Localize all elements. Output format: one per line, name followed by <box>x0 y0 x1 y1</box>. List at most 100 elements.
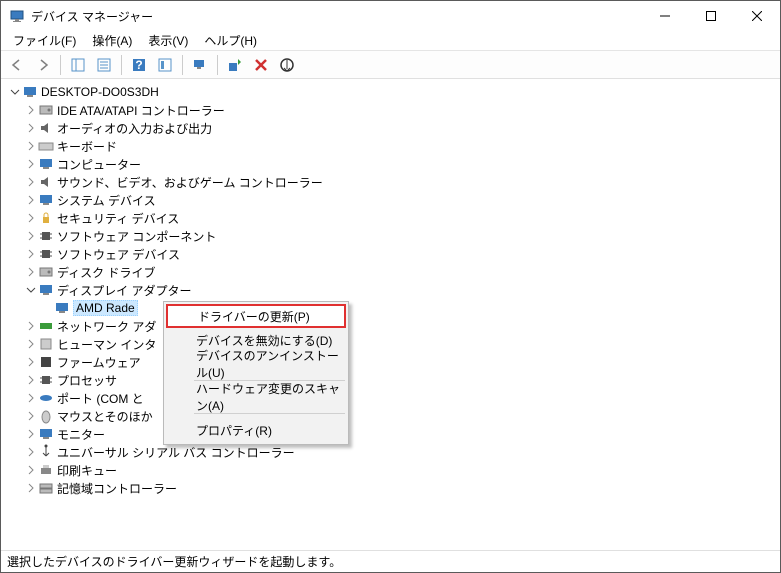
svg-text:?: ? <box>135 58 142 72</box>
chevron-down-icon[interactable] <box>23 283 38 298</box>
tree-item[interactable]: ヒューマン インタ <box>3 335 778 353</box>
chevron-right-icon[interactable] <box>23 265 38 280</box>
tree-item[interactable]: ディスク ドライブ <box>3 263 778 281</box>
tree-item-label: AMD Rade <box>73 300 138 316</box>
tree-item[interactable]: システム デバイス <box>3 191 778 209</box>
disable-button[interactable] <box>275 53 299 77</box>
ctx-label: ハードウェア変更のスキャン(A) <box>196 380 346 414</box>
chevron-right-icon[interactable] <box>23 247 38 262</box>
ctx-label: デバイスのアンインストール(U) <box>196 347 346 381</box>
show-hide-tree-button[interactable] <box>66 53 90 77</box>
tree-item-label: ポート (COM と <box>57 390 144 407</box>
menu-view[interactable]: 表示(V) <box>142 31 194 50</box>
tree-root-label: DESKTOP-DO0S3DH <box>41 85 159 99</box>
tree-item[interactable]: プロセッサ <box>3 371 778 389</box>
toolbar-sep <box>60 55 61 75</box>
chevron-right-icon[interactable] <box>23 139 38 154</box>
chevron-right-icon[interactable] <box>23 121 38 136</box>
ctx-scan-hardware[interactable]: ハードウェア変更のスキャン(A) <box>166 385 346 409</box>
tree-root[interactable]: DESKTOP-DO0S3DH <box>3 83 778 101</box>
chevron-right-icon[interactable] <box>23 103 38 118</box>
chevron-right-icon[interactable] <box>23 373 38 388</box>
chevron-right-icon[interactable] <box>23 481 38 496</box>
statusbar: 選択したデバイスのドライバー更新ウィザードを起動します。 <box>1 550 780 572</box>
forward-button[interactable] <box>31 53 55 77</box>
chevron-right-icon[interactable] <box>23 427 38 442</box>
device-category-icon <box>38 228 54 244</box>
chevron-down-icon[interactable] <box>7 85 22 100</box>
tree-item[interactable]: ポート (COM と <box>3 389 778 407</box>
properties-button[interactable] <box>92 53 116 77</box>
chevron-right-icon[interactable] <box>23 391 38 406</box>
tree-item-label: ヒューマン インタ <box>57 336 156 353</box>
tree-item-label: ファームウェア <box>57 354 141 371</box>
tree-item[interactable]: ネットワーク アダ <box>3 317 778 335</box>
tree-item[interactable]: ソフトウェア デバイス <box>3 245 778 263</box>
device-category-icon <box>38 318 54 334</box>
statusbar-text: 選択したデバイスのドライバー更新ウィザードを起動します。 <box>7 553 341 570</box>
update-driver-button[interactable] <box>223 53 247 77</box>
tree-item[interactable]: セキュリティ デバイス <box>3 209 778 227</box>
tree-item[interactable]: オーディオの入力および出力 <box>3 119 778 137</box>
tree-item[interactable]: 印刷キュー <box>3 461 778 479</box>
menu-file[interactable]: ファイル(F) <box>7 31 82 50</box>
help-button[interactable]: ? <box>127 53 151 77</box>
tree-item-label: セキュリティ デバイス <box>57 210 179 227</box>
chevron-right-icon[interactable] <box>23 463 38 478</box>
context-menu: ドライバーの更新(P) デバイスを無効にする(D) デバイスのアンインストール(… <box>163 301 349 445</box>
window-title: デバイス マネージャー <box>31 8 642 25</box>
tree-item-display-adapter[interactable]: ディスプレイ アダプター <box>3 281 778 299</box>
tree-item[interactable]: キーボード <box>3 137 778 155</box>
tree-item-label: ユニバーサル シリアル バス コントローラー <box>57 444 295 461</box>
tree-item[interactable]: モニター <box>3 425 778 443</box>
device-category-icon <box>38 246 54 262</box>
tree-item-label: オーディオの入力および出力 <box>57 120 212 137</box>
chevron-right-icon[interactable] <box>23 409 38 424</box>
ctx-update-driver[interactable]: ドライバーの更新(P) <box>166 304 346 328</box>
device-category-icon <box>38 408 54 424</box>
tree-item-label: サウンド、ビデオ、およびゲーム コントローラー <box>57 174 323 191</box>
chevron-right-icon[interactable] <box>23 337 38 352</box>
device-category-icon <box>38 264 54 280</box>
tree-item[interactable]: マウスとそのほか <box>3 407 778 425</box>
tree-item[interactable]: 記憶域コントローラー <box>3 479 778 497</box>
tree-item-label: 記憶域コントローラー <box>57 480 177 497</box>
menu-help[interactable]: ヘルプ(H) <box>198 31 263 50</box>
tree-item[interactable]: IDE ATA/ATAPI コントローラー <box>3 101 778 119</box>
menu-action[interactable]: 操作(A) <box>86 31 138 50</box>
chevron-right-icon[interactable] <box>23 175 38 190</box>
device-category-icon <box>38 138 54 154</box>
chevron-right-icon[interactable] <box>23 319 38 334</box>
tree-item[interactable]: ユニバーサル シリアル バス コントローラー <box>3 443 778 461</box>
uninstall-button[interactable] <box>249 53 273 77</box>
back-button[interactable] <box>5 53 29 77</box>
ctx-properties[interactable]: プロパティ(R) <box>166 418 346 442</box>
tree-item[interactable]: サウンド、ビデオ、およびゲーム コントローラー <box>3 173 778 191</box>
toolbar-sep <box>121 55 122 75</box>
maximize-button[interactable] <box>688 1 734 31</box>
chevron-right-icon[interactable] <box>23 193 38 208</box>
action-center-button[interactable] <box>153 53 177 77</box>
minimize-button[interactable] <box>642 1 688 31</box>
close-button[interactable] <box>734 1 780 31</box>
chevron-right-icon[interactable] <box>23 211 38 226</box>
tree-item-label: ディスプレイ アダプター <box>57 282 192 299</box>
chevron-right-icon[interactable] <box>23 445 38 460</box>
menubar: ファイル(F) 操作(A) 表示(V) ヘルプ(H) <box>1 31 780 51</box>
device-category-icon <box>38 390 54 406</box>
ctx-uninstall-device[interactable]: デバイスのアンインストール(U) <box>166 352 346 376</box>
tree-item-selected-device[interactable]: AMD Rade <box>3 299 778 317</box>
chevron-right-icon[interactable] <box>23 355 38 370</box>
device-tree[interactable]: DESKTOP-DO0S3DH IDE ATA/ATAPI コントローラーオーデ… <box>1 79 780 550</box>
computer-icon <box>22 84 38 100</box>
tree-item[interactable]: コンピューター <box>3 155 778 173</box>
tree-item[interactable]: ソフトウェア コンポーネント <box>3 227 778 245</box>
tree-item[interactable]: ファームウェア <box>3 353 778 371</box>
chevron-right-icon[interactable] <box>23 229 38 244</box>
device-category-icon <box>38 372 54 388</box>
device-category-icon <box>38 102 54 118</box>
chevron-right-icon[interactable] <box>23 157 38 172</box>
toolbar-sep <box>182 55 183 75</box>
tree-item-label: プロセッサ <box>57 372 117 389</box>
scan-hardware-button[interactable] <box>188 53 212 77</box>
